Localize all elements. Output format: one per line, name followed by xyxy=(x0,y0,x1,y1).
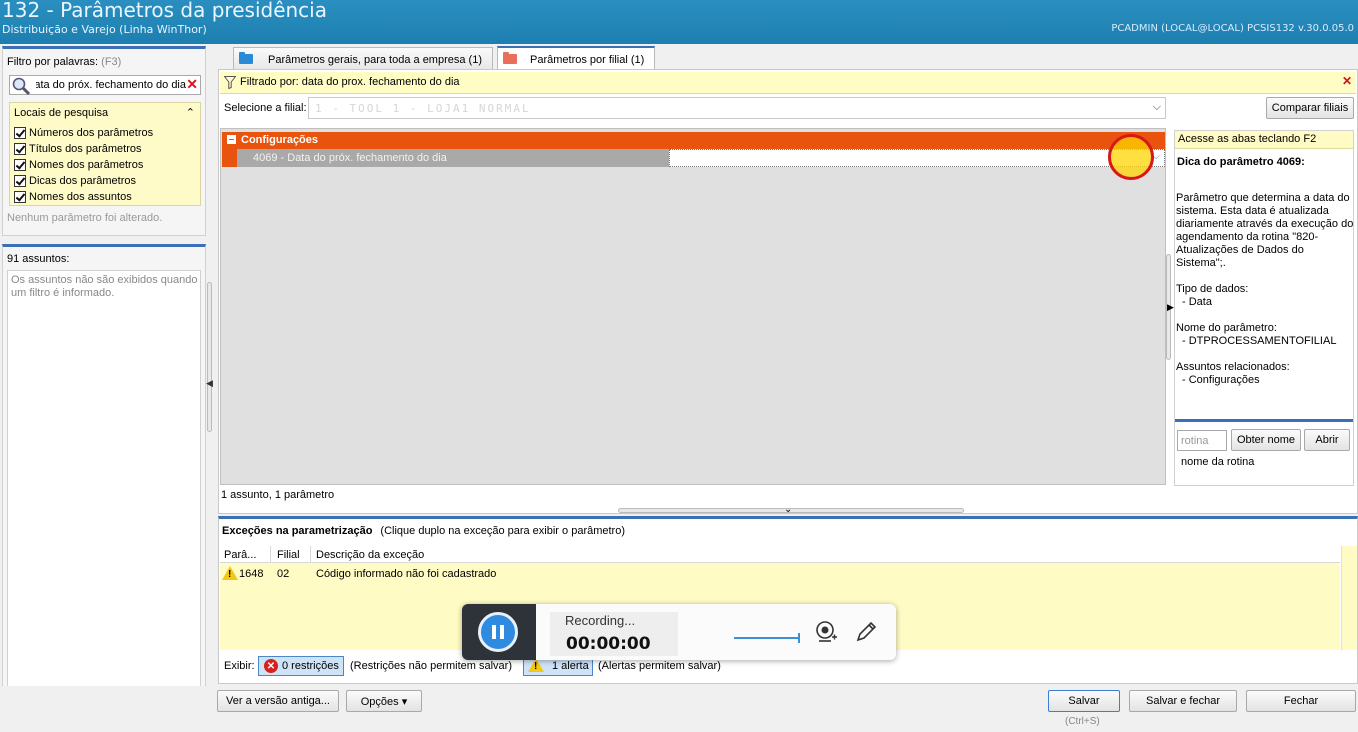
exceptions-title: Exceções na parametrização (Clique duplo … xyxy=(222,525,625,537)
filter-info-text: Filtrado por: data do prox. fechamento d… xyxy=(240,76,460,88)
parameters-grid: Configurações 4069 - Data do próx. fecha… xyxy=(220,128,1166,485)
option-titulos[interactable]: Títulos dos parâmetros xyxy=(14,141,142,157)
col-param[interactable]: Parâ... xyxy=(224,549,256,561)
save-close-button[interactable]: Salvar e fechar xyxy=(1129,690,1237,712)
rotina-input[interactable]: rotina xyxy=(1177,430,1227,451)
exception-param: 1648 xyxy=(239,568,264,580)
search-input[interactable]: data do próx. fechamento do dia ✕ xyxy=(9,75,201,96)
grid-status: 1 assunto, 1 parâmetro xyxy=(221,489,335,501)
title-bar: 132 - Parâmetros da presidência Distribu… xyxy=(0,0,1358,44)
table-row[interactable]: 1648 02 Código informado não foi cadastr… xyxy=(220,565,1340,583)
obter-nome-button[interactable]: Obter nome xyxy=(1231,429,1301,451)
horizontal-splitter[interactable]: ⌄ xyxy=(618,504,964,515)
option-assuntos[interactable]: Nomes dos assuntos xyxy=(14,189,132,205)
recorder-toolbar: Recording... 00:00:00 xyxy=(462,604,896,660)
exibir-label: Exibir: xyxy=(224,660,255,672)
collapse-group-icon[interactable] xyxy=(227,135,236,144)
tab-parametros-filial[interactable]: Parâmetros por filial (1) xyxy=(497,46,655,71)
warning-icon xyxy=(222,566,238,580)
exception-filial: 02 xyxy=(277,568,290,580)
filter-info-bar: Filtrado por: data do prox. fechamento d… xyxy=(220,72,1356,94)
options-button[interactable]: Opções ▾ xyxy=(346,690,422,712)
collapse-left-icon[interactable]: ◀ xyxy=(206,378,213,389)
checkbox[interactable] xyxy=(14,159,26,171)
assuntos-empty-msg: Os assuntos não são exibidos quando um f… xyxy=(11,274,198,299)
change-status: Nenhum parâmetro foi alterado. xyxy=(7,212,163,224)
filter-panel: Filtro por palavras: (F3) data do próx. … xyxy=(2,46,206,236)
option-dicas[interactable]: Dicas dos parâmetros xyxy=(14,173,136,189)
warning-icon xyxy=(528,658,544,672)
group-header[interactable]: Configurações xyxy=(222,132,1165,149)
rotina-name: nome da rotina xyxy=(1181,456,1255,468)
save-shortcut: (Ctrl+S) xyxy=(1065,716,1100,727)
pause-button[interactable] xyxy=(478,612,518,652)
clear-search-icon[interactable]: ✕ xyxy=(186,76,198,93)
exceptions-header: Parâ... Filial Descrição da exceção xyxy=(220,546,1340,563)
webcam-icon[interactable] xyxy=(814,620,838,644)
assuntos-panel: 91 assuntos: Os assuntos não são exibido… xyxy=(2,244,206,722)
filial-select[interactable]: 1 - TOOL 1 - LOJA1 NORMAL ⌵ xyxy=(308,97,1166,119)
left-splitter[interactable]: ◀ xyxy=(206,282,214,432)
restricoes-note: (Restrições não permitem salvar) xyxy=(350,660,512,672)
chevron-down-icon[interactable]: ⌵ xyxy=(1153,101,1161,114)
checkbox[interactable] xyxy=(14,191,26,203)
window-subtitle: Distribuição e Varejo (Linha WinThor) xyxy=(2,23,207,36)
session-info: PCADMIN (LOCAL@LOCAL) PCSIS132 v.30.0.05… xyxy=(1111,23,1354,34)
save-button[interactable]: Salvar xyxy=(1048,690,1120,712)
collapse-chevron-icon[interactable]: ⌃ xyxy=(186,106,195,119)
recorder-status: Recording... 00:00:00 xyxy=(550,612,678,656)
col-descricao[interactable]: Descrição da exceção xyxy=(316,549,424,561)
collapse-bottom-icon[interactable]: ⌄ xyxy=(784,504,792,515)
alertas-note: (Alertas permitem salvar) xyxy=(598,660,721,672)
tip-description: Parâmetro que determina a data do sistem… xyxy=(1176,192,1354,386)
group-title: Configurações xyxy=(241,134,319,146)
parameter-row[interactable]: 4069 - Data do próx. fechamento do dia ⌵ xyxy=(222,149,1165,167)
search-icon xyxy=(12,77,31,96)
row-gutter xyxy=(222,149,237,167)
recorder-timer: 00:00:00 xyxy=(566,634,651,654)
tip-header: Acesse as abas teclando F2 xyxy=(1175,131,1353,149)
side-splitter[interactable]: ▶ xyxy=(1166,254,1174,360)
folder-icon xyxy=(503,52,517,64)
assuntos-count: 91 assuntos: xyxy=(7,253,70,265)
abrir-button[interactable]: Abrir xyxy=(1304,429,1350,451)
tab-parametros-gerais[interactable]: Parâmetros gerais, para toda a empresa (… xyxy=(233,47,493,71)
assuntos-list[interactable]: Os assuntos não são exibidos quando um f… xyxy=(7,270,201,718)
close-button[interactable]: Fechar xyxy=(1246,690,1356,712)
expand-right-icon[interactable]: ▶ xyxy=(1167,302,1174,313)
volume-slider[interactable] xyxy=(734,633,800,643)
search-value[interactable]: data do próx. fechamento do dia xyxy=(36,79,186,91)
checkbox[interactable] xyxy=(14,175,26,187)
locations-title: Locais de pesquisa xyxy=(14,107,109,119)
pen-icon[interactable] xyxy=(854,620,878,644)
tip-title: Dica do parâmetro 4069: xyxy=(1177,156,1305,168)
checkbox[interactable] xyxy=(14,127,26,139)
restricoes-toggle[interactable]: ✕ 0 restrições xyxy=(258,656,344,676)
checkbox[interactable] xyxy=(14,143,26,155)
recorder-state: Recording... xyxy=(565,613,636,628)
window-title: 132 - Parâmetros da presidência xyxy=(2,0,327,22)
option-nomes[interactable]: Nomes dos parâmetros xyxy=(14,157,143,173)
parameter-name: 4069 - Data do próx. fechamento do dia xyxy=(237,149,669,167)
filter-label: Filtro por palavras: (F3) xyxy=(7,56,122,68)
exception-description: Código informado não foi cadastrado xyxy=(316,568,497,580)
funnel-icon xyxy=(224,76,236,89)
filial-label: Selecione a filial: xyxy=(224,102,307,114)
old-version-button[interactable]: Ver a versão antiga... xyxy=(217,690,339,712)
tip-panel: Acesse as abas teclando F2 Dica do parâm… xyxy=(1174,130,1354,486)
exceptions-scrollbar[interactable] xyxy=(1341,546,1357,650)
col-filial[interactable]: Filial xyxy=(277,549,300,561)
search-locations: Locais de pesquisa ⌃ Números dos parâmet… xyxy=(9,102,201,206)
parameter-value-input[interactable]: ⌵ xyxy=(669,149,1165,167)
folder-icon xyxy=(239,52,253,64)
click-highlight xyxy=(1108,134,1154,180)
option-numeros[interactable]: Números dos parâmetros xyxy=(14,125,153,141)
close-filter-icon[interactable]: ✕ xyxy=(1342,74,1352,88)
splitter-grip[interactable] xyxy=(207,282,212,432)
filial-value: 1 - TOOL 1 - LOJA1 NORMAL xyxy=(315,102,531,115)
tip-separator xyxy=(1175,419,1353,422)
error-icon: ✕ xyxy=(264,659,278,673)
compare-filiais-button[interactable]: Comparar filiais xyxy=(1266,97,1354,119)
